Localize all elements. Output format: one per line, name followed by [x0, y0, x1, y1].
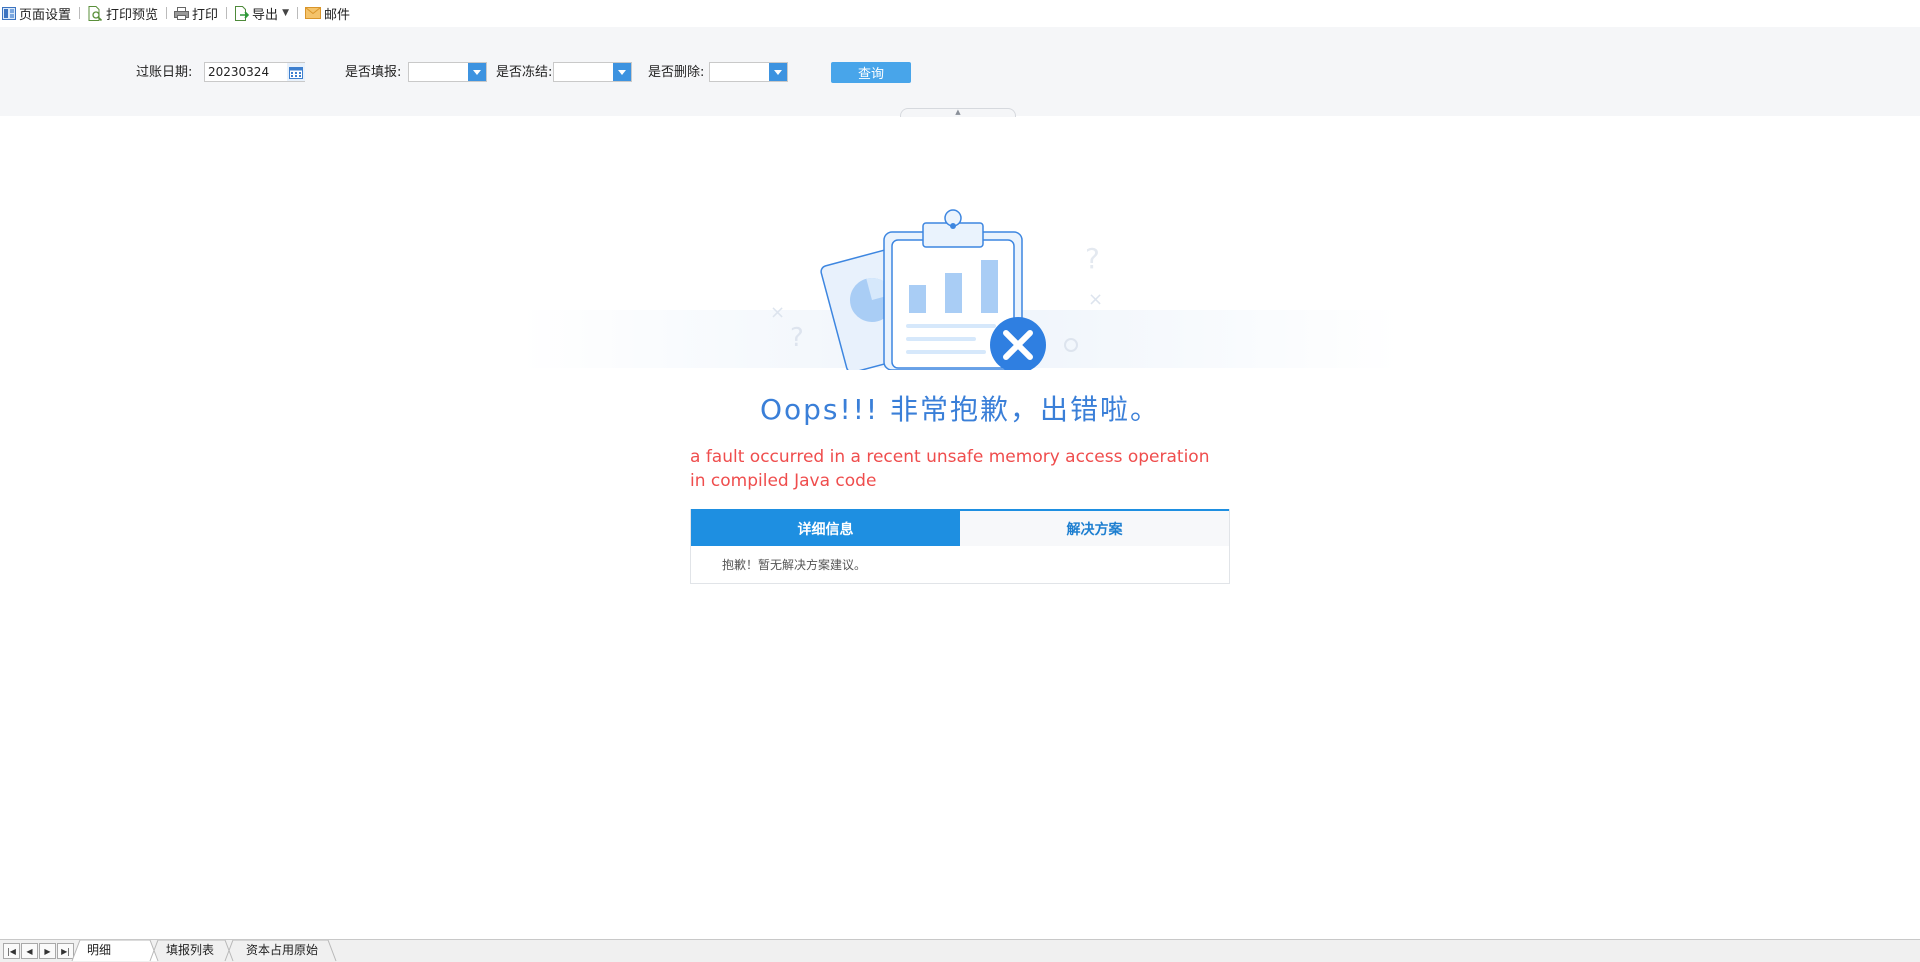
- chevron-up-icon: ▲: [955, 108, 961, 116]
- collapse-panel-handle[interactable]: ▲: [900, 108, 1016, 117]
- toolbar-divider: [296, 7, 298, 19]
- export-button[interactable]: 导出 ▼: [232, 0, 292, 26]
- page-setup-button[interactable]: 页面设置: [0, 0, 74, 26]
- filter-panel: 过账日期: 20230324 是否填报: 是否冻结: 是否删除: 查询 ▲: [0, 27, 1920, 117]
- print-button[interactable]: 打印: [172, 0, 221, 26]
- mail-icon: [304, 7, 321, 19]
- print-preview-icon: [88, 5, 103, 21]
- calendar-button[interactable]: [287, 63, 305, 81]
- chevron-down-icon: ▼: [282, 8, 289, 18]
- is-frozen-select[interactable]: [553, 62, 632, 82]
- is-filled-label: 是否填报:: [345, 65, 402, 80]
- export-label: 导出: [252, 7, 279, 23]
- error-title: Oops!!! 非常抱歉，出错啦。: [759, 393, 1161, 426]
- is-frozen-label: 是否冻结:: [496, 65, 553, 80]
- sheet-tab-fill-list[interactable]: 填报列表: [166, 940, 214, 961]
- is-filled-select[interactable]: [408, 62, 487, 82]
- sheet-tab-capital-raw[interactable]: 资本占用原始: [246, 940, 318, 961]
- error-detail-panel: 详细信息 解决方案 抱歉！暂无解决方案建议。: [690, 509, 1230, 584]
- toolbar-divider: [79, 7, 81, 19]
- error-tabs: 详细信息 解决方案: [691, 509, 1229, 546]
- svg-text:×: ×: [1088, 289, 1103, 310]
- calendar-icon: [289, 66, 303, 79]
- tab-solution[interactable]: 解决方案: [960, 511, 1229, 546]
- toolbar-divider: [166, 7, 168, 19]
- dropdown-arrow-icon[interactable]: [613, 63, 631, 81]
- posting-date-label: 过账日期:: [136, 65, 193, 80]
- svg-text:?: ?: [1085, 242, 1100, 275]
- svg-text:?: ?: [790, 323, 804, 353]
- query-button[interactable]: 查询: [831, 62, 911, 83]
- tab-details[interactable]: 详细信息: [691, 511, 960, 546]
- layout-icon: [2, 6, 16, 20]
- report-toolbar: 页面设置 打印预览 打印 导出 ▼ 邮件: [0, 0, 1920, 26]
- is-deleted-select[interactable]: [709, 62, 788, 82]
- is-deleted-label: 是否删除:: [648, 65, 705, 80]
- sheet-tab-bar: |◀ ◀ ▶ ▶| 明细 填报列表 资本占用原始: [0, 939, 1920, 962]
- toolbar-divider: [226, 7, 228, 19]
- print-label: 打印: [192, 7, 219, 23]
- dropdown-arrow-icon[interactable]: [769, 63, 787, 81]
- print-preview-label: 打印预览: [106, 7, 159, 23]
- error-illustration: × ? × ?: [520, 209, 1400, 370]
- sheet-tab-detail[interactable]: 明细: [87, 940, 111, 961]
- svg-text:×: ×: [770, 302, 785, 323]
- mail-button[interactable]: 邮件: [303, 0, 353, 26]
- dropdown-arrow-icon[interactable]: [468, 63, 486, 81]
- tab-content-text: 抱歉！暂无解决方案建议。: [722, 558, 867, 572]
- mail-label: 邮件: [323, 7, 350, 23]
- page-setup-label: 页面设置: [19, 7, 72, 23]
- export-icon: [235, 5, 250, 21]
- print-preview-button[interactable]: 打印预览: [85, 0, 161, 26]
- printer-icon: [174, 6, 190, 20]
- error-message: a fault occurred in a recent unsafe memo…: [690, 447, 1210, 491]
